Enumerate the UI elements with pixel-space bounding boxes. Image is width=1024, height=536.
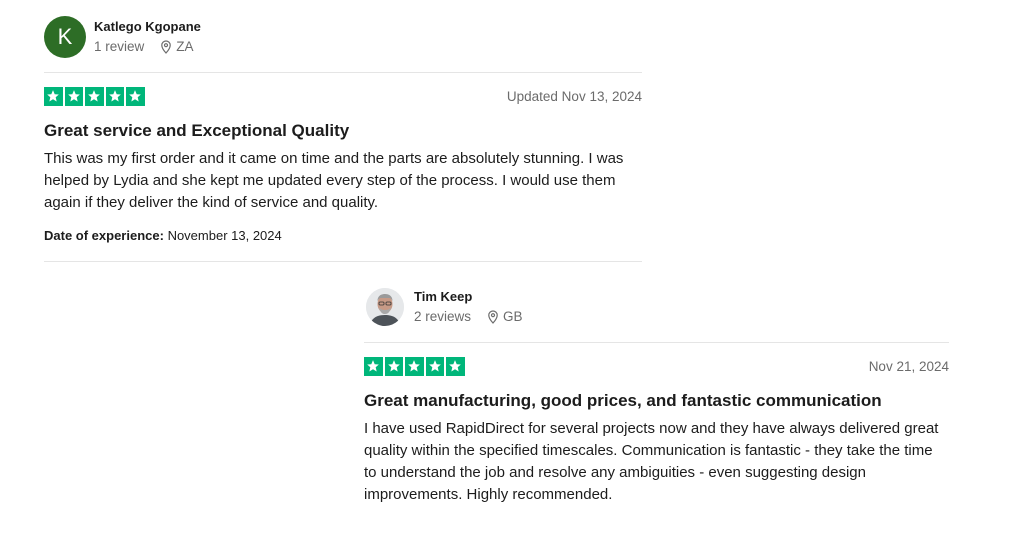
review-title[interactable]: Great manufacturing, good prices, and fa… <box>364 390 949 412</box>
review-body: I have used RapidDirect for several proj… <box>364 419 939 503</box>
avatar[interactable]: K <box>44 16 86 58</box>
date-of-experience: Date of experience: November 13, 2024 <box>44 228 642 243</box>
reviewer-name[interactable]: Tim Keep <box>414 289 523 305</box>
reviewer-meta: Tim Keep 2 reviews GB <box>414 289 523 325</box>
reviewer-meta: Katlego Kgopane 1 review ZA <box>94 19 201 55</box>
star-icon <box>405 357 424 376</box>
reviewer-country: ZA <box>176 39 194 54</box>
divider <box>44 260 642 262</box>
avatar-photo-icon <box>366 288 404 326</box>
review-date: Updated Nov 13, 2024 <box>506 88 642 104</box>
review-count: 2 reviews <box>414 309 472 324</box>
star-rating <box>44 87 145 106</box>
review-card: Tim Keep 2 reviews GB Nov 21, 2024 Great… <box>364 284 949 506</box>
star-icon <box>384 357 403 376</box>
avatar[interactable] <box>366 288 404 326</box>
reviewer-info: 1 review ZA <box>94 39 201 55</box>
divider <box>364 342 949 343</box>
review-title[interactable]: Great service and Exceptional Quality <box>44 120 642 142</box>
star-icon <box>446 357 465 376</box>
reviewer-info: 2 reviews GB <box>414 309 523 325</box>
star-icon <box>64 87 83 106</box>
star-rating <box>364 357 465 376</box>
star-icon <box>425 357 444 376</box>
reviewer-header: K Katlego Kgopane 1 review ZA <box>44 14 642 60</box>
experience-label: Date of experience: <box>44 227 164 243</box>
divider <box>44 72 642 73</box>
star-icon <box>44 87 63 106</box>
star-icon <box>364 357 383 376</box>
experience-date: November 13, 2024 <box>167 227 282 243</box>
review-card: K Katlego Kgopane 1 review ZA Updated No… <box>44 14 642 262</box>
rating-row: Updated Nov 13, 2024 <box>44 87 642 106</box>
star-icon <box>105 87 124 106</box>
review-date: Nov 21, 2024 <box>868 358 949 374</box>
reviewer-country: GB <box>503 309 523 324</box>
star-icon <box>126 87 145 106</box>
reviewer-name[interactable]: Katlego Kgopane <box>94 19 201 35</box>
location-pin-icon <box>160 40 172 54</box>
review-count: 1 review <box>94 39 145 54</box>
review-body: This was my first order and it came on t… <box>44 149 624 211</box>
reviewer-header: Tim Keep 2 reviews GB <box>364 284 949 330</box>
star-icon <box>85 87 104 106</box>
rating-row: Nov 21, 2024 <box>364 357 949 376</box>
location-pin-icon <box>487 310 499 324</box>
